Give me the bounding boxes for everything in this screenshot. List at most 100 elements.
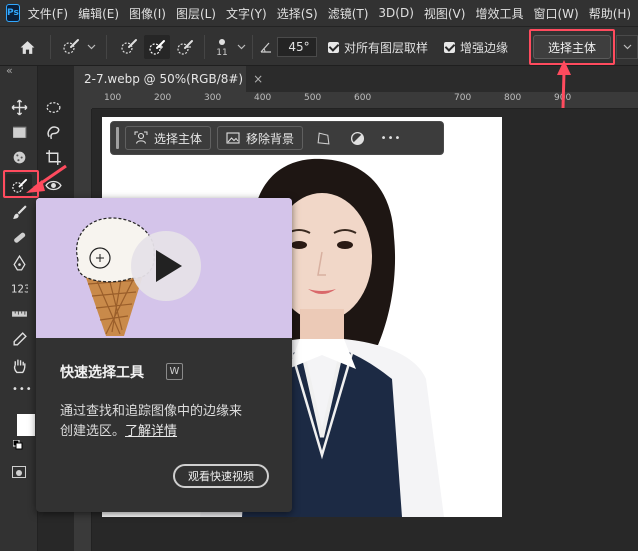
lasso-icon [46,125,59,139]
tooltip-shortcut-key: W [166,363,183,380]
chevron-down-icon[interactable] [236,41,246,53]
options-bar: 11 45° 对所有图层取样 增强边缘 选择主体 [0,26,638,66]
ruler-label: 700 [454,93,472,103]
photoshop-logo: Ps [6,4,20,22]
brush-icon [12,204,27,219]
remove-background-label: 移除背景 [246,131,295,146]
brush-size-value: 11 [216,48,228,58]
eye-tool[interactable] [40,174,66,196]
more-icon: ••• [380,132,402,144]
more-tools-icon[interactable]: ••• [12,384,33,395]
adjustment-button[interactable] [343,126,371,150]
ruler-label: 600 [354,93,372,103]
crop-icon [45,149,61,165]
menu-edit[interactable]: 编辑(E) [78,5,119,22]
tooltip-description: 通过查找和追踪图像中的边缘来 创建选区。了解详情 [60,402,272,442]
document-tab[interactable]: 2-7.webp @ 50%(RGB/8#) × [74,66,263,92]
pen-tool[interactable] [6,252,32,274]
more-options-button[interactable]: ••• [377,126,405,150]
menu-type[interactable]: 文字(Y) [226,5,267,22]
annotation-highlight-box [3,170,39,198]
tooltip-title: 快速选择工具 [60,365,144,381]
color-swatches[interactable] [13,414,35,450]
ice-cream-illustration [36,198,292,338]
transform-button[interactable] [309,126,337,150]
ctx-select-subject-button[interactable]: 选择主体 [125,126,212,150]
horizontal-ruler: 100 200 300 400 500 600 700 800 900 [92,92,638,109]
menu-image[interactable]: 图像(I) [129,5,166,22]
drag-handle[interactable] [116,127,119,149]
menu-3d[interactable]: 3D(D) [378,6,413,20]
ruler-label: 500 [304,93,322,103]
brush-tool[interactable] [6,201,32,223]
pen-icon [12,254,26,271]
frame-icon [12,126,26,138]
add-to-selection-button[interactable] [144,35,170,59]
count-icon: 123 [11,284,28,295]
separator [106,35,107,59]
ruler-label: 400 [254,93,272,103]
menu-filter[interactable]: 滤镜(T) [328,5,369,22]
collapse-panel-icon[interactable]: « [6,64,13,77]
subtract-from-selection-button[interactable] [172,36,198,58]
tool-tooltip: 快速选择工具 W 通过查找和追踪图像中的边缘来 创建选区。了解详情 观看快速视频 [36,198,292,512]
ruler-tool[interactable] [6,302,32,324]
quick-mask-button[interactable] [12,466,26,478]
separator [50,35,51,59]
hand-tool[interactable] [6,354,32,376]
chevron-down-icon [623,44,631,50]
close-icon[interactable]: × [253,72,263,86]
count-tool[interactable]: 123 [6,277,32,299]
object-selection-tool[interactable] [6,146,32,168]
ruler-label: 300 [204,93,222,103]
half-circle-icon [350,131,364,145]
default-colors-icon [13,440,23,450]
subtract-selection-icon [177,40,193,55]
background-color-swatch[interactable] [17,414,35,436]
brush-tip-icon [219,39,225,45]
separator [204,35,205,59]
eyedropper-tool[interactable] [6,328,32,350]
ctx-select-subject-label: 选择主体 [154,131,203,146]
crop-tool[interactable] [40,146,66,168]
elliptical-marquee-icon [45,101,61,113]
sponge-icon [13,151,25,163]
watch-video-button[interactable]: 观看快速视频 [173,464,269,488]
menu-view[interactable]: 视图(V) [424,5,466,22]
select-subject-dropdown[interactable] [616,35,638,59]
menu-select[interactable]: 选择(S) [277,5,318,22]
quick-selection-icon [63,39,79,54]
transform-icon [317,131,330,144]
ruler-corner [74,92,92,109]
annotation-highlight-box [529,29,615,65]
menu-layer[interactable]: 图层(L) [176,5,216,22]
angle-icon [258,39,274,55]
brush-size-picker[interactable]: 11 [210,33,234,63]
svg-text:123: 123 [11,284,28,295]
sample-all-layers-checkbox[interactable]: 对所有图层取样 [328,39,428,55]
move-tool[interactable] [6,96,32,118]
menu-file[interactable]: 文件(F) [28,5,68,22]
healing-tool[interactable] [6,226,32,248]
hand-icon [13,359,26,373]
ruler-icon [11,310,27,317]
artboard-tool[interactable] [6,121,32,143]
menu-plugins[interactable]: 增效工具 [475,5,523,22]
checkbox-checked-icon [444,41,455,53]
contextual-task-bar: 选择主体 移除背景 ••• [110,121,444,155]
menu-window[interactable]: 窗口(W) [533,5,578,22]
enhance-edge-checkbox[interactable]: 增强边缘 [444,39,508,55]
menu-bar: Ps 文件(F) 编辑(E) 图像(I) 图层(L) 文字(Y) 选择(S) 滤… [0,0,638,26]
document-tab-strip: 2-7.webp @ 50%(RGB/8#) × [74,66,638,92]
document-title: 2-7.webp @ 50%(RGB/8#) [84,72,244,86]
remove-background-button[interactable]: 移除背景 [217,126,304,150]
new-selection-button[interactable] [116,36,142,58]
tool-preset-picker[interactable] [58,36,84,58]
angle-input[interactable]: 45° [277,37,317,57]
lasso-tool[interactable] [40,121,66,143]
marquee-tool[interactable] [40,96,66,118]
menu-help[interactable]: 帮助(H) [589,5,631,22]
home-button[interactable] [14,36,40,58]
chevron-down-icon[interactable] [86,41,96,53]
learn-more-link[interactable]: 了解详情 [125,424,177,439]
